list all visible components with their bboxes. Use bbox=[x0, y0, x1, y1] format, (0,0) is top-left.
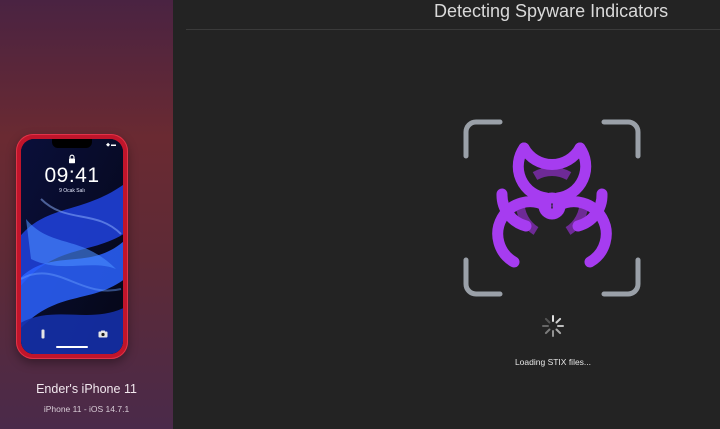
biohazard-scan-icon bbox=[463, 119, 641, 297]
scan-frame-icon bbox=[463, 119, 641, 297]
camera-icon bbox=[98, 330, 108, 338]
flashlight-icon bbox=[41, 329, 45, 339]
battery-icon: ▬ bbox=[111, 142, 117, 148]
device-image: ◆▬ 09:41 9 Ocak Salı bbox=[16, 134, 128, 359]
page-title: Detecting Spyware Indicators bbox=[434, 1, 669, 21]
lock-screen-time: 09:41 bbox=[44, 164, 100, 187]
loading-status-text: Loading STIX files... bbox=[514, 357, 592, 367]
device-panel: ◆▬ 09:41 9 Ocak Salı Ender's iPhone 11 i… bbox=[0, 0, 173, 429]
device-model-os: iPhone 11 - iOS 14.7.1 bbox=[43, 404, 130, 414]
app-window: ◆▬ 09:41 9 Ocak Salı Ender's iPhone 11 i… bbox=[0, 0, 720, 429]
device-notch bbox=[52, 139, 92, 148]
status-bar-icons: ◆▬ bbox=[106, 142, 117, 148]
title-divider bbox=[186, 29, 720, 30]
home-indicator bbox=[56, 346, 88, 348]
device-name: Ender's iPhone 11 bbox=[36, 382, 137, 396]
lock-screen-date: 9 Ocak Salı bbox=[59, 188, 85, 194]
device-lock-screen: ◆▬ 09:41 9 Ocak Salı bbox=[21, 139, 123, 354]
biohazard-symbol bbox=[492, 142, 612, 268]
lock-icon bbox=[69, 154, 75, 164]
loading-spinner-icon bbox=[542, 315, 564, 337]
